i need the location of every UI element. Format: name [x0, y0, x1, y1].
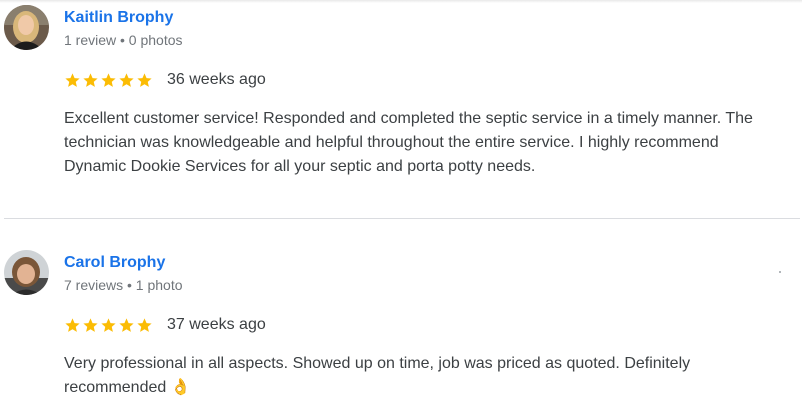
star-icon	[101, 317, 116, 332]
star-icon	[101, 72, 116, 87]
star-icon	[83, 72, 98, 87]
reviewer-name[interactable]: Kaitlin Brophy	[64, 8, 173, 28]
star-icon	[83, 317, 98, 332]
star-icon	[137, 317, 152, 332]
avatar[interactable]	[4, 5, 49, 50]
star-icon	[65, 72, 80, 87]
reviews-panel: Kaitlin Brophy 1 review • 0 photos 36 we…	[0, 0, 802, 413]
review-time: 37 weeks ago	[167, 316, 266, 333]
reviewer-meta: 7 reviews • 1 photo	[64, 277, 183, 293]
review-text: Very professional in all aspects. Showed…	[64, 355, 691, 396]
divider	[4, 218, 800, 219]
star-rating	[64, 72, 153, 89]
star-icon	[137, 72, 152, 87]
rating-row: 37 weeks ago	[64, 315, 266, 335]
reviewer-meta: 1 review • 0 photos	[64, 32, 183, 48]
menu-dot	[779, 271, 781, 273]
star-rating	[64, 317, 153, 334]
star-icon	[119, 72, 134, 87]
star-icon	[119, 317, 134, 332]
review-time: 36 weeks ago	[167, 71, 266, 88]
review-text: Excellent customer service! Responded an…	[64, 110, 753, 175]
rating-row: 36 weeks ago	[64, 70, 266, 90]
reviewer-name[interactable]: Carol Brophy	[64, 253, 165, 273]
avatar[interactable]	[4, 250, 49, 295]
top-shadow	[0, 0, 802, 3]
star-icon	[65, 317, 80, 332]
